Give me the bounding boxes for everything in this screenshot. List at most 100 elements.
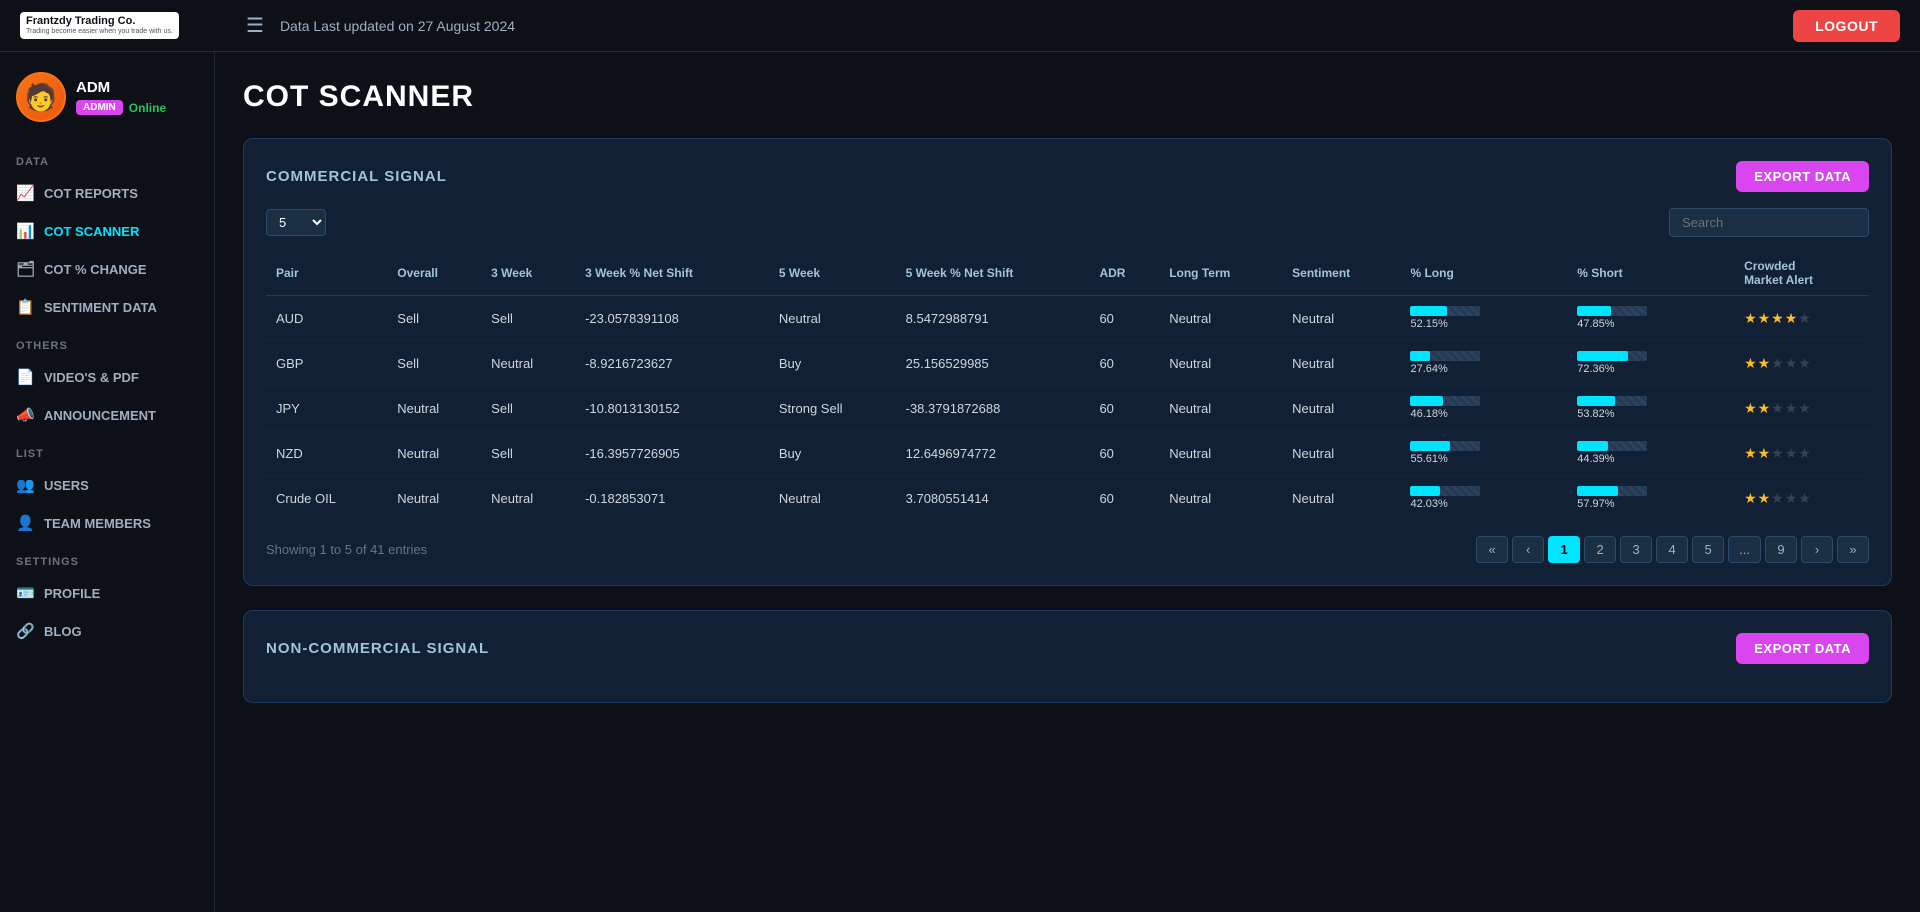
sidebar-item-cot-change[interactable]: 🗂 COT % CHANGE	[0, 250, 214, 288]
commercial-signal-card: COMMERCIAL SIGNAL EXPORT DATA 5 10 25 50…	[243, 138, 1892, 586]
hamburger-icon[interactable]: ☰	[246, 13, 264, 38]
sidebar-section-data: DATA 📈 COT REPORTS 📊 COT SCANNER 🗂 COT %…	[0, 142, 214, 326]
search-input[interactable]	[1669, 208, 1869, 237]
cell-stars: ★★★★★	[1734, 341, 1869, 386]
table-row: GBP Sell Neutral -8.9216723627 Buy 25.15…	[266, 341, 1869, 386]
table-row: NZD Neutral Sell -16.3957726905 Buy 12.6…	[266, 431, 1869, 476]
file-icon: 📄	[16, 368, 34, 386]
cell-overall: Neutral	[387, 476, 481, 521]
cell-sentiment: Neutral	[1282, 296, 1400, 341]
cell-longterm: Neutral	[1159, 296, 1282, 341]
cell-adr: 60	[1089, 296, 1159, 341]
page-btn-9[interactable]: 9	[1765, 536, 1797, 563]
table-row: Crude OIL Neutral Neutral -0.182853071 N…	[266, 476, 1869, 521]
cell-stars: ★★★★★	[1734, 476, 1869, 521]
export-data-button-commercial[interactable]: EXPORT DATA	[1736, 161, 1869, 192]
sidebar-item-cot-scanner[interactable]: 📊 COT SCANNER	[0, 212, 214, 250]
col-sentiment: Sentiment	[1282, 251, 1400, 296]
sidebar-item-announcement[interactable]: 📣 ANNOUNCEMENT	[0, 396, 214, 434]
sidebar-label-cot-reports: COT REPORTS	[44, 186, 138, 201]
cell-longterm: Neutral	[1159, 431, 1282, 476]
sidebar-item-sentiment[interactable]: 📋 SENTIMENT DATA	[0, 288, 214, 326]
export-data-button-non-commercial[interactable]: EXPORT DATA	[1736, 633, 1869, 664]
cell-longterm: Neutral	[1159, 476, 1282, 521]
section-label-others: OTHERS	[0, 326, 214, 358]
page-next-btn[interactable]: ›	[1801, 536, 1833, 563]
logo: Frantzdy Trading Co. Trading become easi…	[20, 12, 220, 39]
sidebar-label-blog: BLOG	[44, 624, 82, 639]
table-footer-commercial: Showing 1 to 5 of 41 entries « ‹ 1 2 3 4…	[266, 536, 1869, 563]
sidebar-label-profile: PROFILE	[44, 586, 100, 601]
pagination: « ‹ 1 2 3 4 5 ... 9 › »	[1476, 536, 1869, 563]
sidebar-item-team[interactable]: 👤 TEAM MEMBERS	[0, 504, 214, 542]
sidebar-label-cot-scanner: COT SCANNER	[44, 224, 139, 239]
col-longterm: Long Term	[1159, 251, 1282, 296]
entries-select[interactable]: 5 10 25 50	[266, 209, 326, 236]
col-crowded: CrowdedMarket Alert	[1734, 251, 1869, 296]
cell-3week-shift: -16.3957726905	[575, 431, 769, 476]
page-first-btn[interactable]: «	[1476, 536, 1508, 563]
cell-sentiment: Neutral	[1282, 341, 1400, 386]
cell-5week-shift: 25.156529985	[896, 341, 1090, 386]
sidebar-section-settings: SETTINGS 🪪 PROFILE 🔗 BLOG	[0, 542, 214, 650]
cell-pair: NZD	[266, 431, 387, 476]
table-row: JPY Neutral Sell -10.8013130152 Strong S…	[266, 386, 1869, 431]
cell-3week-shift: -8.9216723627	[575, 341, 769, 386]
sidebar-item-users[interactable]: 👥 USERS	[0, 466, 214, 504]
card-header-commercial: COMMERCIAL SIGNAL EXPORT DATA	[266, 161, 1869, 192]
logout-button[interactable]: LOGOUT	[1793, 10, 1900, 42]
star-rating: ★★★★★	[1744, 445, 1812, 461]
sidebar-label-cot-change: COT % CHANGE	[44, 262, 147, 277]
page-last-btn[interactable]: »	[1837, 536, 1869, 563]
cell-longterm: Neutral	[1159, 386, 1282, 431]
commercial-signal-title: COMMERCIAL SIGNAL	[266, 168, 447, 185]
profile-info: ADM ADMIN Online	[76, 79, 166, 115]
cell-pct-long: 42.03%	[1400, 476, 1567, 521]
sidebar-item-blog[interactable]: 🔗 BLOG	[0, 612, 214, 650]
cell-5week: Neutral	[769, 296, 896, 341]
page-title: COT SCANNER	[243, 80, 1892, 114]
cell-3week: Sell	[481, 296, 575, 341]
page-btn-3[interactable]: 3	[1620, 536, 1652, 563]
cell-pair: GBP	[266, 341, 387, 386]
col-overall: Overall	[387, 251, 481, 296]
showing-text: Showing 1 to 5 of 41 entries	[266, 542, 427, 557]
cell-pct-long: 27.64%	[1400, 341, 1567, 386]
cell-5week-shift: 12.6496974772	[896, 431, 1090, 476]
cell-3week: Sell	[481, 431, 575, 476]
col-5week-shift: 5 Week % Net Shift	[896, 251, 1090, 296]
page-btn-2[interactable]: 2	[1584, 536, 1616, 563]
sidebar-item-cot-reports[interactable]: 📈 COT REPORTS	[0, 174, 214, 212]
cell-5week: Buy	[769, 431, 896, 476]
cell-pct-short: 57.97%	[1567, 476, 1734, 521]
section-label-settings: SETTINGS	[0, 542, 214, 574]
cell-5week: Buy	[769, 341, 896, 386]
page-prev-btn[interactable]: ‹	[1512, 536, 1544, 563]
profile-name: ADM	[76, 79, 166, 96]
page-btn-1[interactable]: 1	[1548, 536, 1580, 563]
page-ellipsis: ...	[1728, 536, 1761, 563]
cell-overall: Neutral	[387, 431, 481, 476]
sidebar-item-profile[interactable]: 🪪 PROFILE	[0, 574, 214, 612]
sidebar-section-others: OTHERS 📄 VIDEO'S & PDF 📣 ANNOUNCEMENT	[0, 326, 214, 434]
commercial-table: Pair Overall 3 Week 3 Week % Net Shift 5…	[266, 251, 1869, 520]
cell-sentiment: Neutral	[1282, 386, 1400, 431]
page-btn-4[interactable]: 4	[1656, 536, 1688, 563]
sidebar-item-videos[interactable]: 📄 VIDEO'S & PDF	[0, 358, 214, 396]
table-row: AUD Sell Sell -23.0578391108 Neutral 8.5…	[266, 296, 1869, 341]
sidebar-label-announcement: ANNOUNCEMENT	[44, 408, 156, 423]
cell-3week: Neutral	[481, 476, 575, 521]
star-rating: ★★★★★	[1744, 355, 1812, 371]
last-updated-text: Data Last updated on 27 August 2024	[280, 18, 1777, 34]
section-label-data: DATA	[0, 142, 214, 174]
cell-longterm: Neutral	[1159, 341, 1282, 386]
col-adr: ADR	[1089, 251, 1159, 296]
cell-stars: ★★★★★	[1734, 296, 1869, 341]
cell-pct-short: 47.85%	[1567, 296, 1734, 341]
list-icon: 📋	[16, 298, 34, 316]
avatar: 🧑	[16, 72, 66, 122]
person-icon: 👤	[16, 514, 34, 532]
page-btn-5[interactable]: 5	[1692, 536, 1724, 563]
star-rating: ★★★★★	[1744, 400, 1812, 416]
cell-adr: 60	[1089, 341, 1159, 386]
